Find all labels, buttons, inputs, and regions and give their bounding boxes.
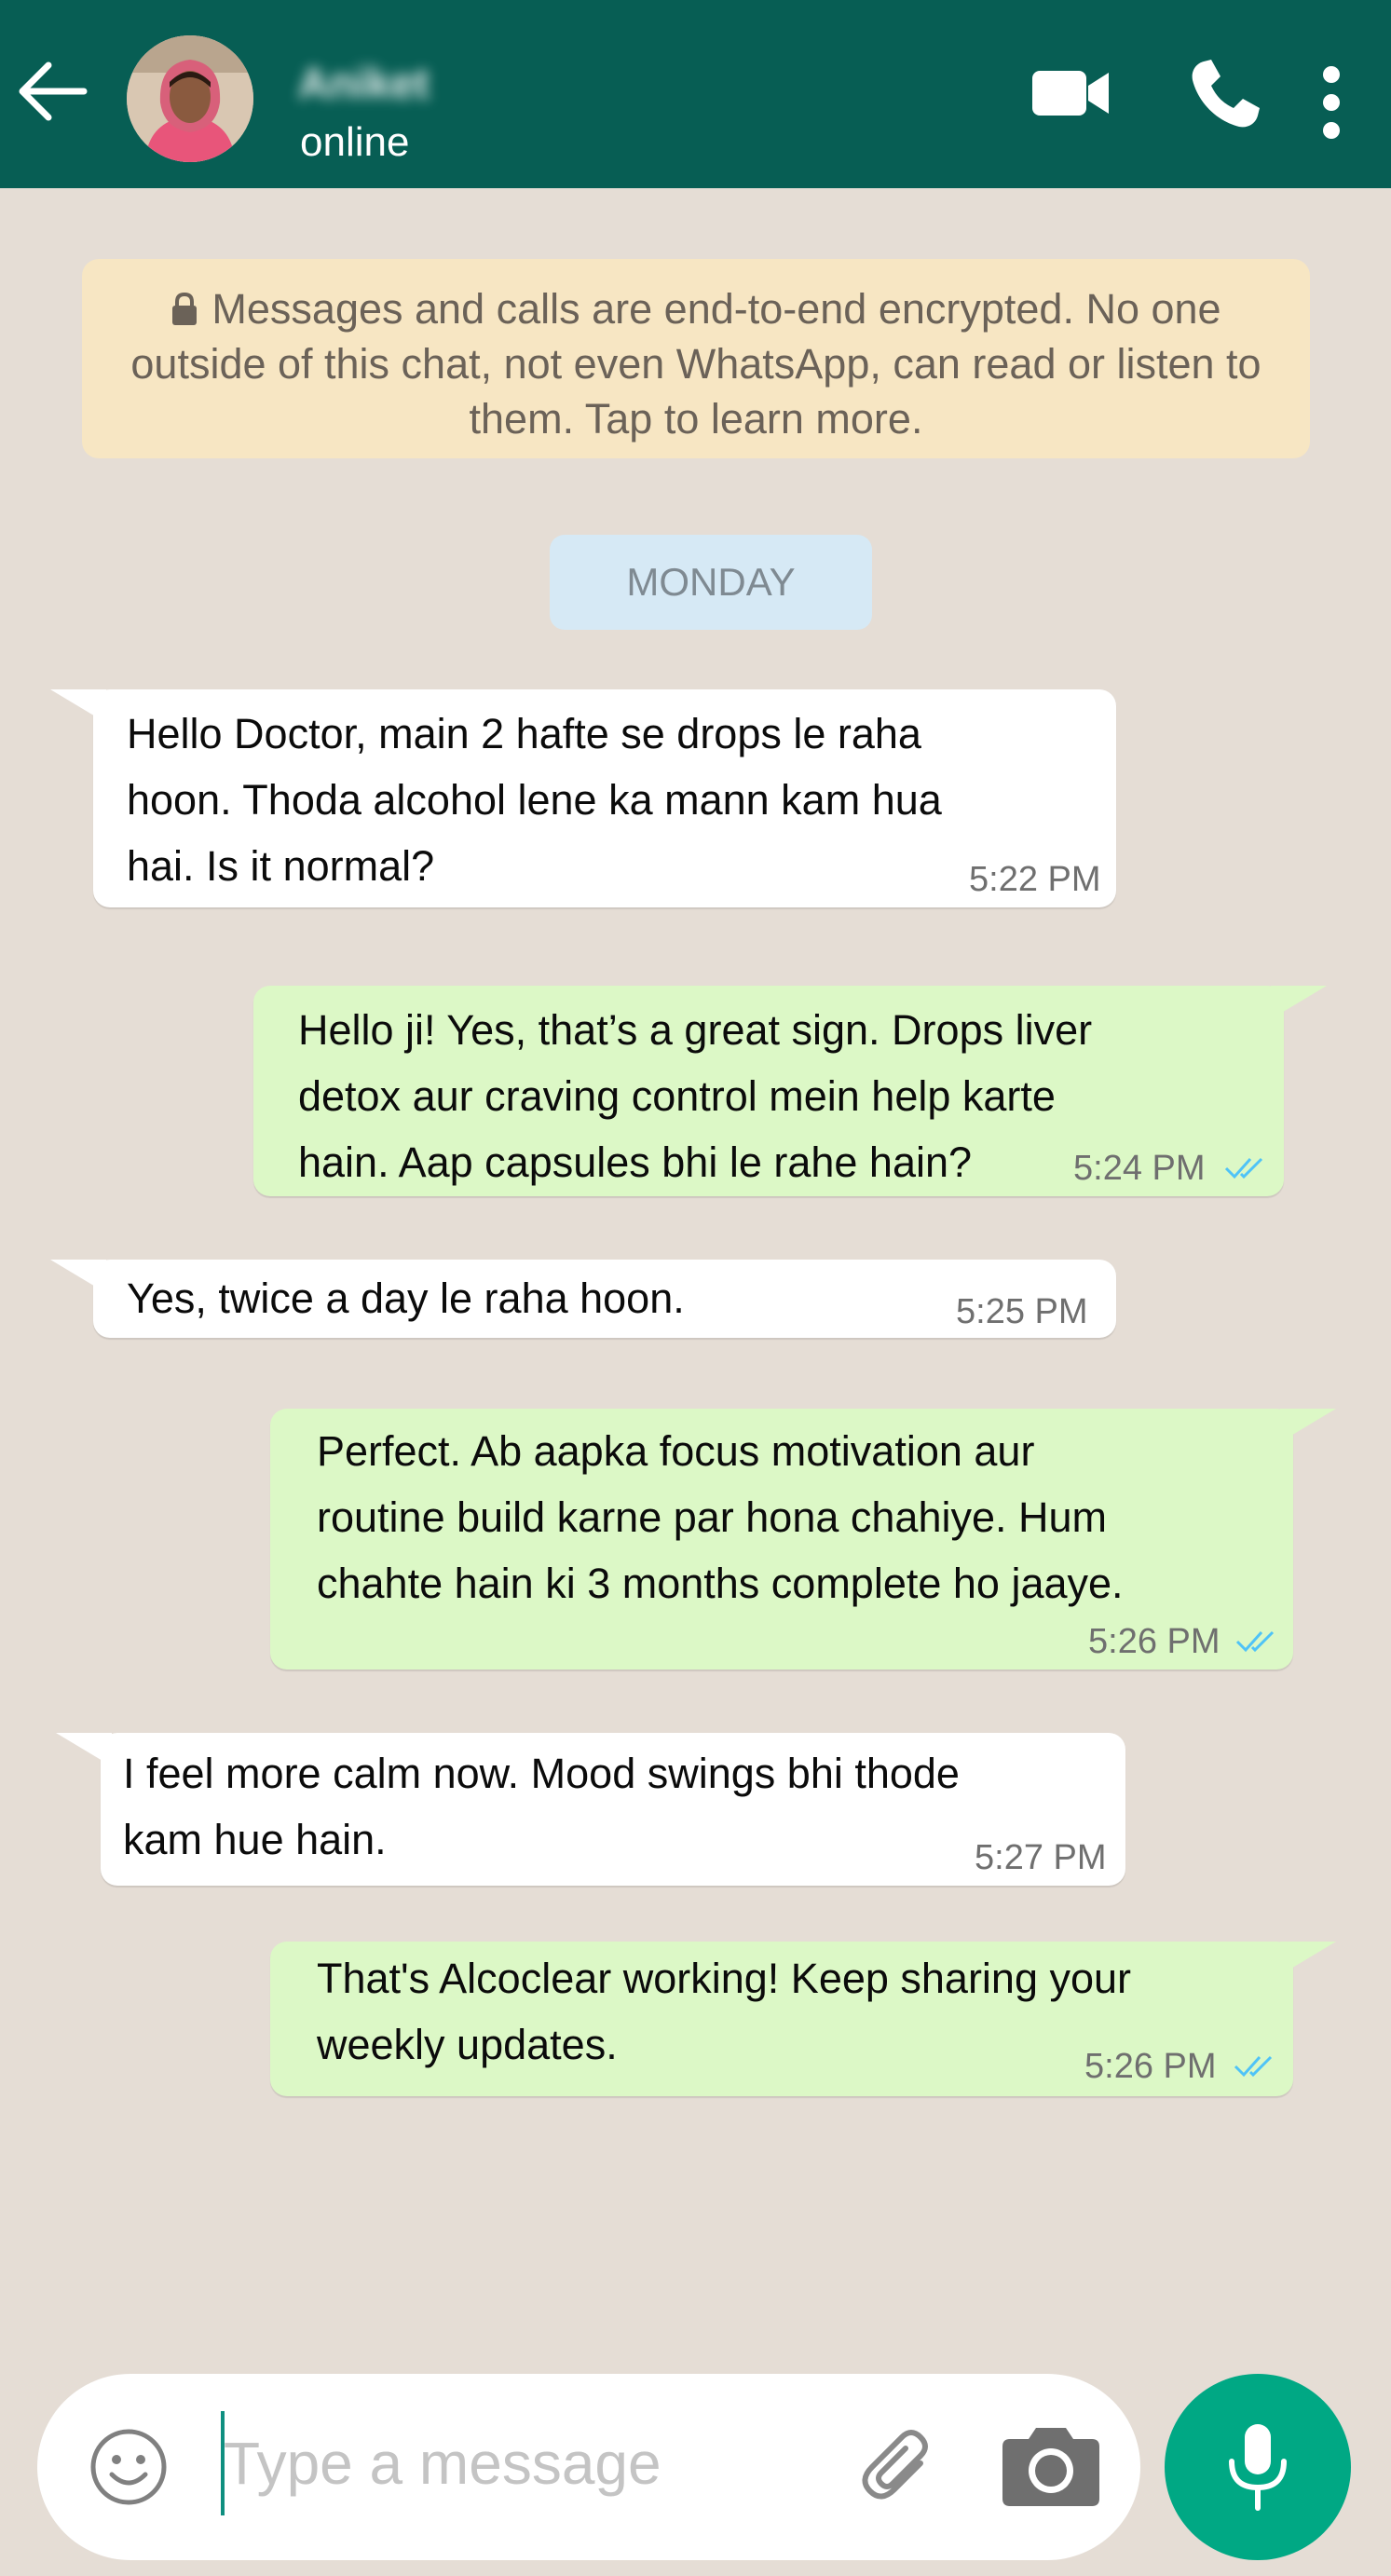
bubble-tail — [1280, 1409, 1336, 1442]
read-ticks-icon — [1235, 1630, 1275, 1653]
smiley-icon — [90, 2429, 167, 2505]
message-time: 5:25 PM — [956, 1292, 1088, 1331]
message-time: 5:22 PM — [969, 860, 1101, 899]
message-text: Perfect. Ab aapka focus motivation aur r… — [317, 1427, 1124, 1607]
chat-header: Aniket online — [0, 0, 1391, 188]
arrow-left-icon — [19, 61, 88, 121]
bubble-tail — [56, 1733, 112, 1766]
message-time: 5:26 PM — [1088, 1622, 1221, 1661]
read-ticks-icon — [1224, 1157, 1263, 1179]
message-bubble-outgoing[interactable]: Perfect. Ab aapka focus motivation aur r… — [270, 1409, 1293, 1670]
day-separator: MONDAY — [550, 535, 872, 630]
contact-status: online — [300, 119, 410, 165]
back-button[interactable] — [15, 58, 89, 125]
paperclip-icon — [862, 2430, 928, 2500]
encryption-notice[interactable]: Messages and calls are end-to-end encryp… — [82, 259, 1310, 458]
bubble-tail — [1280, 1942, 1336, 1975]
menu-button[interactable] — [1317, 65, 1345, 144]
voice-call-button[interactable] — [1187, 58, 1261, 137]
voice-record-button[interactable] — [1165, 2374, 1351, 2560]
video-camera-icon — [1032, 71, 1109, 116]
encryption-text: Messages and calls are end-to-end encryp… — [130, 285, 1261, 443]
message-bubble-incoming[interactable]: I feel more calm now. Mood swings bhi th… — [101, 1733, 1125, 1886]
message-text: I feel more calm now. Mood swings bhi th… — [123, 1750, 960, 1863]
message-time: 5:27 PM — [975, 1838, 1107, 1877]
phone-icon — [1192, 60, 1260, 128]
video-call-button[interactable] — [1030, 58, 1111, 133]
message-time: 5:24 PM — [1073, 1149, 1206, 1188]
message-bubble-incoming[interactable]: Hello Doctor, main 2 hafte se drops le r… — [93, 689, 1116, 907]
camera-button[interactable] — [997, 2422, 1105, 2516]
lock-icon — [172, 292, 198, 325]
avatar-photo — [127, 35, 253, 162]
message-text: Hello Doctor, main 2 hafte se drops le r… — [127, 710, 942, 890]
bubble-tail — [1271, 986, 1327, 1019]
message-text: Hello ji! Yes, that’s a great sign. Drop… — [298, 1006, 1093, 1186]
microphone-icon — [1229, 2424, 1287, 2511]
attach-button[interactable] — [853, 2422, 943, 2516]
message-time: 5:26 PM — [1084, 2047, 1217, 2086]
bubble-tail — [50, 1260, 106, 1293]
read-ticks-icon — [1234, 2055, 1273, 2078]
bubble-tail — [50, 689, 106, 723]
message-input[interactable] — [224, 2411, 820, 2515]
camera-icon — [1002, 2428, 1099, 2506]
message-bubble-outgoing[interactable]: Hello ji! Yes, that’s a great sign. Drop… — [253, 986, 1284, 1196]
contact-name[interactable]: Aniket — [298, 58, 438, 110]
message-bubble-outgoing[interactable]: That's Alcoclear working! Keep sharing y… — [270, 1942, 1293, 2096]
more-vertical-icon — [1323, 66, 1340, 139]
message-text: That's Alcoclear working! Keep sharing y… — [317, 1955, 1132, 2068]
message-text: Yes, twice a day le raha hoon. — [127, 1274, 685, 1322]
message-input-bar — [37, 2374, 1140, 2560]
emoji-button[interactable] — [89, 2428, 168, 2511]
contact-avatar[interactable] — [127, 35, 253, 162]
message-bubble-incoming[interactable]: Yes, twice a day le raha hoon. 5:25 PM — [93, 1260, 1116, 1338]
